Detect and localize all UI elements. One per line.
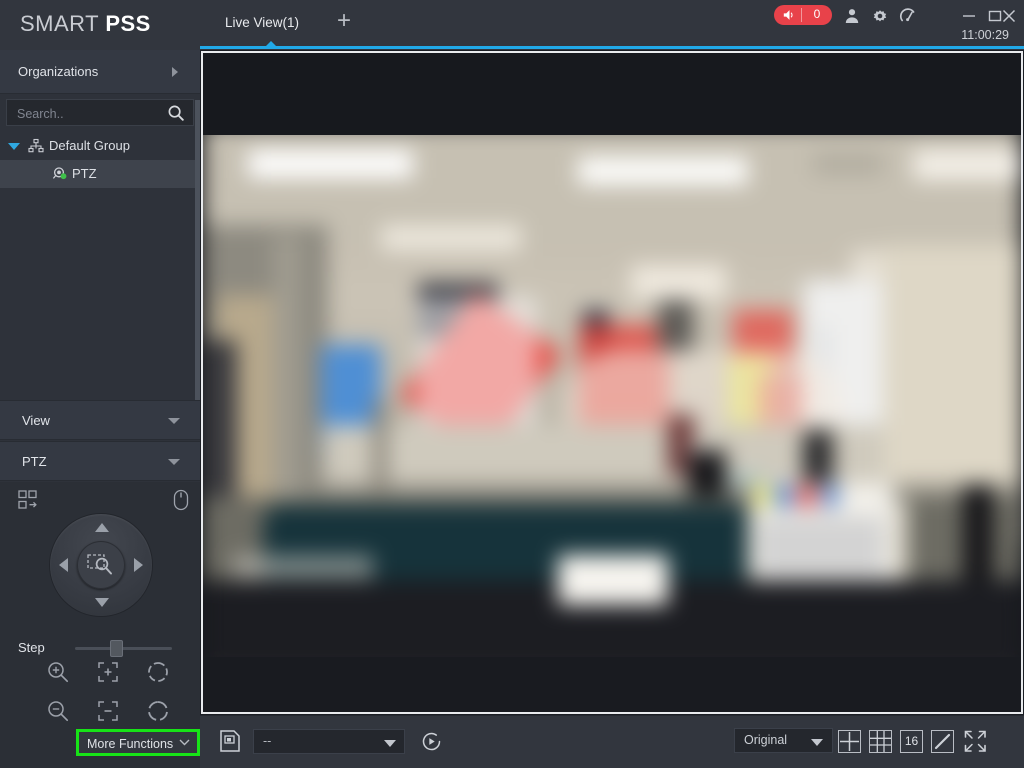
clock: 11:00:29	[961, 28, 1009, 42]
more-functions-button[interactable]: More Functions	[76, 729, 200, 756]
tree-node-default-group[interactable]: Default Group	[0, 132, 200, 160]
sitemap-icon	[28, 138, 44, 153]
layout-16-label: 16	[904, 734, 919, 748]
badge-divider	[801, 8, 802, 22]
step-label: Step	[18, 640, 45, 655]
preset-select-value: --	[263, 734, 272, 748]
title-bar: SMART PSS Live View(1) + 0 11:00:29	[0, 0, 1024, 50]
more-functions-label: More Functions	[87, 737, 174, 751]
panel-header-view[interactable]: View	[0, 400, 200, 440]
ratio-select[interactable]: Original	[734, 728, 833, 753]
panel-header-ptz[interactable]: PTZ	[0, 441, 200, 481]
panel-label: View	[22, 413, 50, 428]
grid-arrow-icon[interactable]	[18, 490, 40, 510]
chevron-down-icon	[811, 739, 823, 746]
video-cell-1[interactable]	[201, 51, 1023, 714]
arrow-down-icon[interactable]	[95, 598, 109, 607]
search-area	[0, 95, 200, 131]
layout-16-split-icon[interactable]: 16	[900, 730, 923, 753]
letterbox-bottom	[203, 657, 1021, 712]
smart-pss-window: SMART PSS Live View(1) + 0 11:00:29 Orga…	[0, 0, 1024, 768]
user-icon[interactable]	[843, 7, 861, 25]
alarm-count: 0	[813, 7, 821, 21]
organizations-header[interactable]: Organizations	[0, 50, 200, 94]
tour-refresh-icon[interactable]	[420, 730, 443, 753]
device-tree: Default Group PTZ	[0, 132, 200, 188]
fullscreen-icon[interactable]	[964, 730, 986, 752]
arrow-up-icon[interactable]	[95, 523, 109, 532]
chevron-right-icon	[172, 67, 178, 77]
chevron-down-icon	[168, 459, 180, 465]
layout-edit-icon[interactable]	[931, 730, 954, 753]
video-stream	[203, 53, 1021, 712]
zoom-in-icon[interactable]	[46, 660, 70, 684]
ptz-direction-pad[interactable]	[50, 514, 152, 616]
search-box[interactable]	[6, 99, 194, 126]
zoom-area-icon	[87, 554, 112, 575]
focus-near-icon[interactable]	[96, 660, 120, 684]
brand-pss: PSS	[105, 11, 151, 36]
iris-close-icon[interactable]	[146, 699, 170, 723]
scene-content	[203, 125, 1021, 672]
chevron-down-icon	[384, 740, 396, 747]
zoom-out-icon[interactable]	[46, 699, 70, 723]
bottom-toolbar: -- Original 16	[200, 715, 1024, 768]
layout-9-split-icon[interactable]	[869, 730, 892, 753]
chevron-down-icon	[168, 418, 180, 424]
alarm-badge[interactable]: 0	[774, 5, 832, 25]
save-snapshot-icon[interactable]	[220, 730, 240, 752]
search-input[interactable]	[17, 105, 157, 122]
iris-open-icon[interactable]	[146, 660, 170, 684]
minimize-button[interactable]	[960, 8, 978, 24]
camera-icon	[52, 167, 67, 180]
tab-live-view[interactable]: Live View(1)	[225, 15, 299, 30]
preset-select[interactable]: --	[253, 729, 405, 754]
close-button[interactable]	[1000, 8, 1018, 24]
chevron-down-icon[interactable]	[8, 143, 20, 150]
tab-underline	[200, 46, 1024, 49]
add-tab-button[interactable]: +	[333, 9, 355, 34]
organizations-label: Organizations	[18, 64, 99, 79]
brand-smart: SMART	[20, 11, 106, 36]
letterbox-top	[203, 53, 1021, 135]
video-grid	[200, 50, 1024, 715]
arrow-left-icon[interactable]	[59, 558, 68, 572]
ptz-zoom-area-button[interactable]	[77, 541, 125, 589]
chevron-down-icon	[179, 739, 190, 746]
gauge-icon[interactable]	[899, 7, 917, 25]
gear-icon[interactable]	[871, 7, 889, 25]
panel-label: PTZ	[22, 454, 47, 469]
speaker-icon	[783, 10, 793, 20]
search-icon[interactable]	[167, 104, 185, 122]
tab-active-caret-icon	[265, 41, 277, 47]
step-slider-track[interactable]	[75, 647, 172, 650]
arrow-right-icon[interactable]	[134, 558, 143, 572]
focus-far-icon[interactable]	[96, 699, 120, 723]
app-logo: SMART PSS	[20, 11, 151, 37]
tree-label: PTZ	[72, 166, 97, 181]
layout-4-split-icon[interactable]	[838, 730, 861, 753]
step-slider-thumb[interactable]	[110, 640, 123, 657]
tree-label: Default Group	[49, 138, 130, 153]
mouse-icon[interactable]	[173, 489, 189, 511]
tree-node-ptz[interactable]: PTZ	[0, 160, 200, 188]
ratio-select-value: Original	[744, 733, 788, 747]
